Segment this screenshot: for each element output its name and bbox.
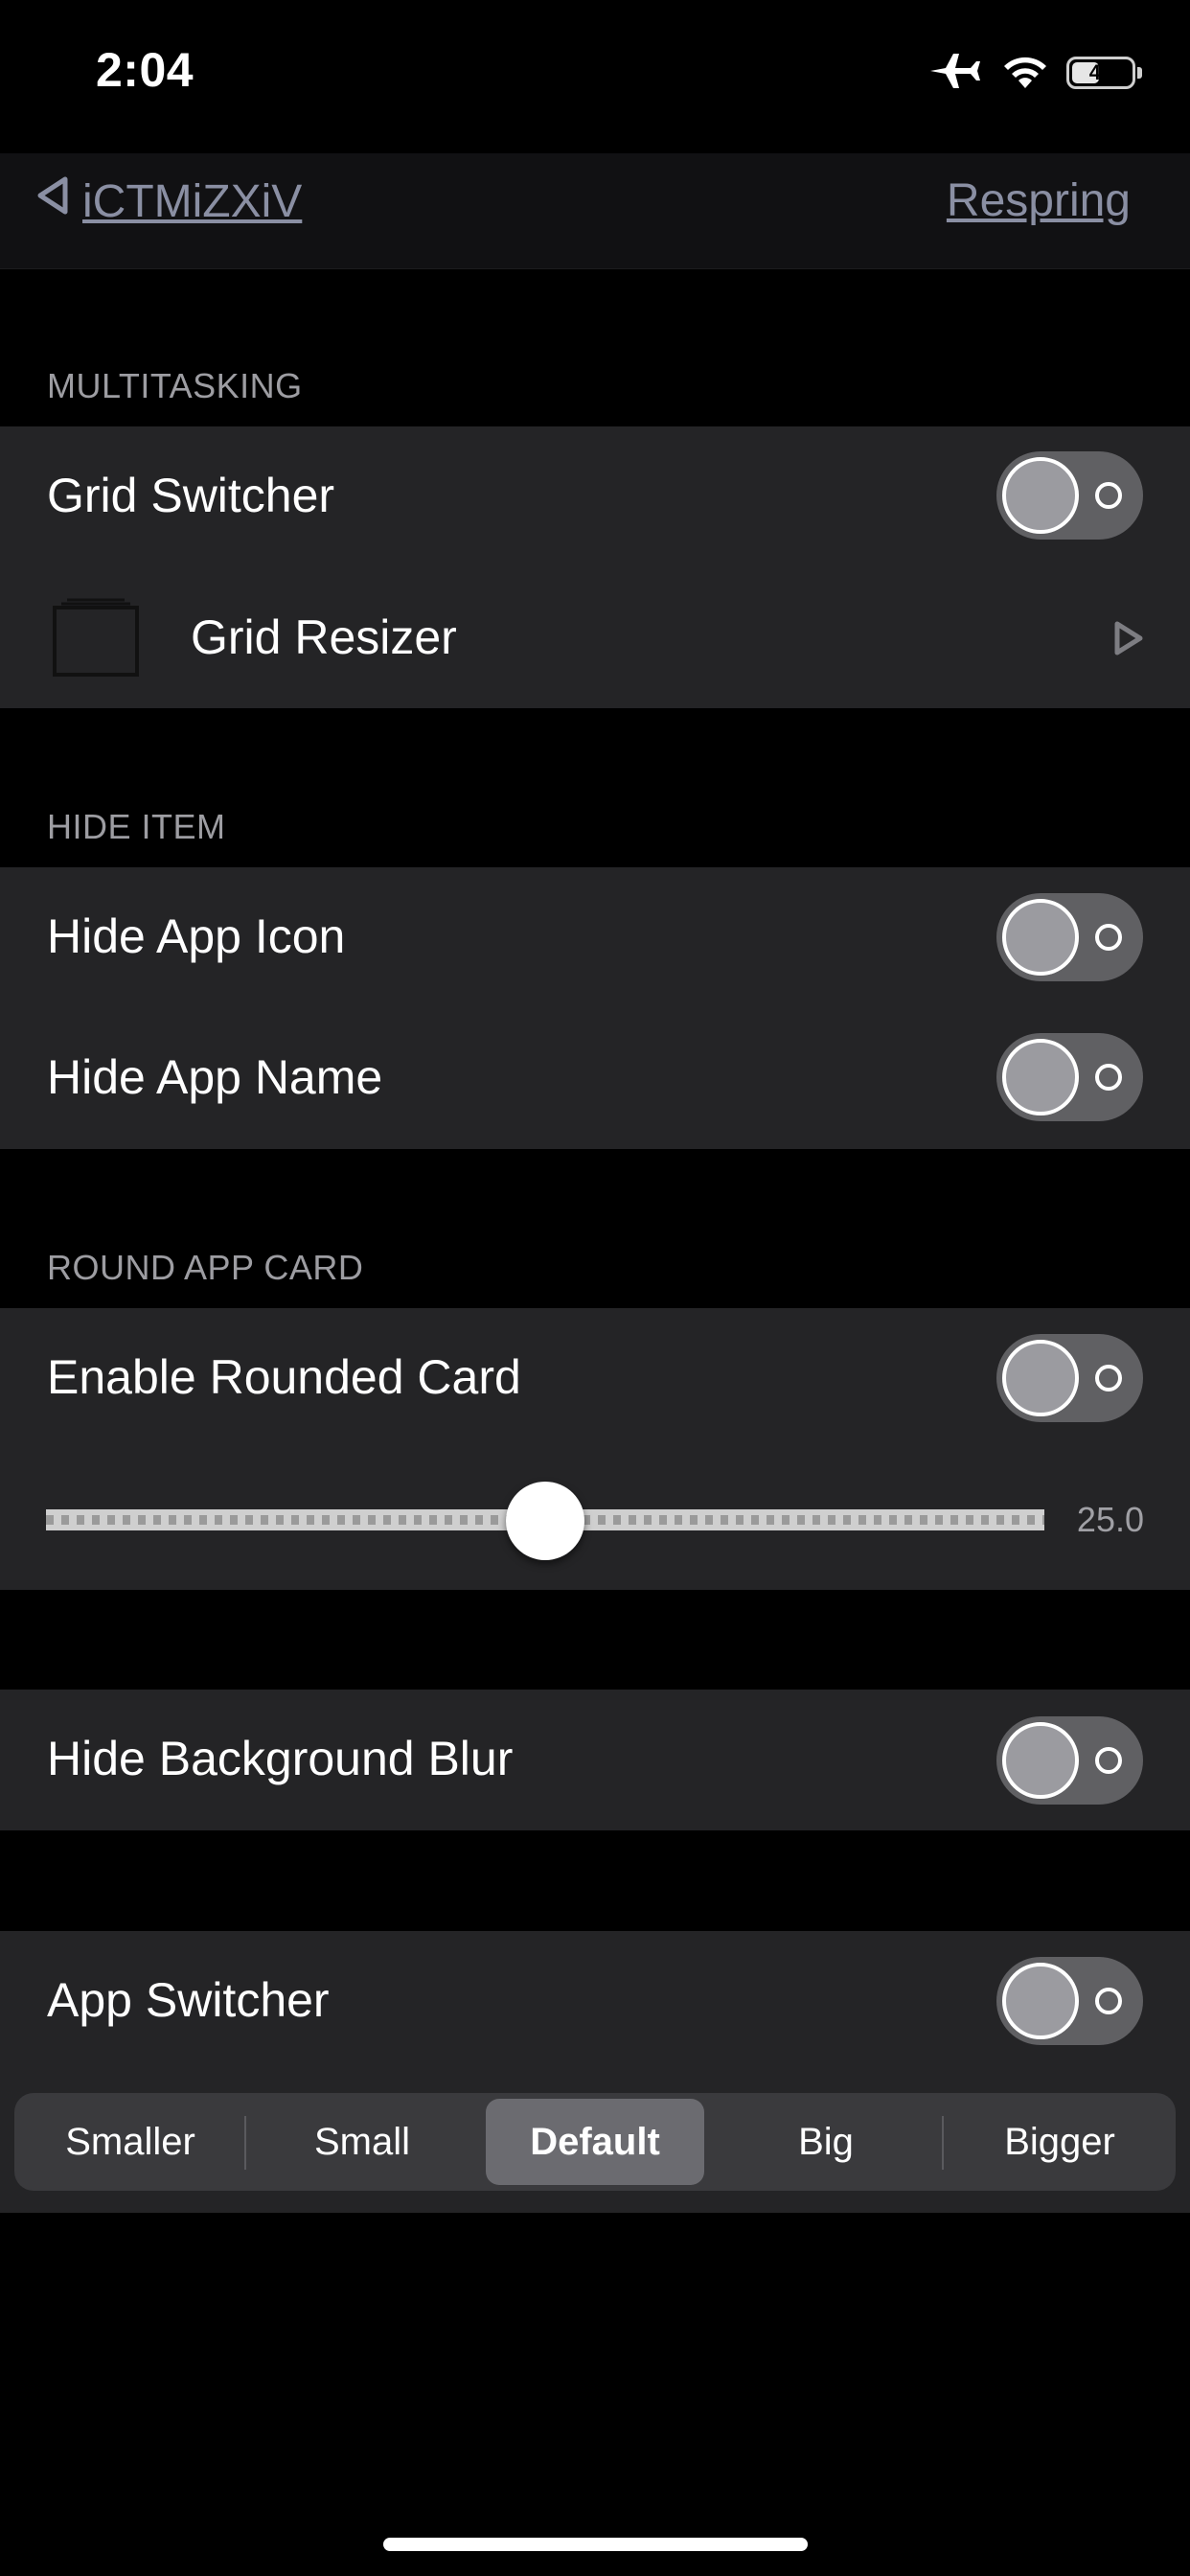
- hide-app-icon-toggle[interactable]: [996, 893, 1143, 981]
- segment-bigger[interactable]: Bigger: [944, 2093, 1176, 2191]
- segment-smaller[interactable]: Smaller: [14, 2093, 246, 2191]
- segment-big[interactable]: Big: [710, 2093, 942, 2191]
- app-switcher-toggle[interactable]: [996, 1957, 1143, 2045]
- home-indicator: [383, 2538, 808, 2551]
- section-header-hide-item: HIDE ITEM: [47, 807, 226, 846]
- grid-resizer-label[interactable]: Grid Resizer: [191, 610, 457, 665]
- status-icons: 43: [927, 48, 1142, 98]
- airplane-icon: [927, 50, 984, 97]
- respring-button[interactable]: Respring: [947, 174, 1131, 227]
- enable-rounded-card-label: Enable Rounded Card: [47, 1350, 521, 1404]
- grid-resizer-icon: [52, 596, 140, 683]
- hide-app-name-toggle[interactable]: [996, 1033, 1143, 1121]
- hide-app-name-label: Hide App Name: [47, 1050, 383, 1104]
- app-switcher-label: App Switcher: [47, 1973, 330, 2027]
- status-time: 2:04: [96, 43, 195, 97]
- segment-small[interactable]: Small: [246, 2093, 478, 2191]
- disclosure-arrow-icon[interactable]: [1111, 619, 1144, 662]
- back-triangle-icon: [34, 174, 71, 228]
- battery-cap: [1137, 67, 1142, 79]
- battery-icon: 43: [1066, 57, 1135, 89]
- hide-background-blur-label: Hide Background Blur: [47, 1732, 514, 1785]
- enable-rounded-card-toggle[interactable]: [996, 1334, 1143, 1422]
- section-header-multitasking: MULTITASKING: [47, 366, 303, 405]
- section-header-round-app-card: ROUND APP CARD: [47, 1248, 364, 1287]
- corner-radius-slider-thumb[interactable]: [506, 1482, 584, 1560]
- slider-value: 25.0: [1076, 1500, 1144, 1539]
- size-segmented-control: Smaller Small Default Big Bigger: [14, 2093, 1176, 2191]
- back-button[interactable]: iCTMiZXiV: [34, 174, 302, 228]
- wifi-icon: [1001, 52, 1049, 95]
- hide-background-blur-toggle[interactable]: [996, 1716, 1143, 1805]
- grid-switcher-toggle[interactable]: [996, 451, 1143, 540]
- hide-app-icon-label: Hide App Icon: [47, 909, 346, 963]
- back-label: iCTMiZXiV: [82, 175, 303, 227]
- segment-default[interactable]: Default: [486, 2099, 704, 2185]
- grid-switcher-label: Grid Switcher: [47, 469, 335, 522]
- battery-level: 43: [1088, 60, 1113, 84]
